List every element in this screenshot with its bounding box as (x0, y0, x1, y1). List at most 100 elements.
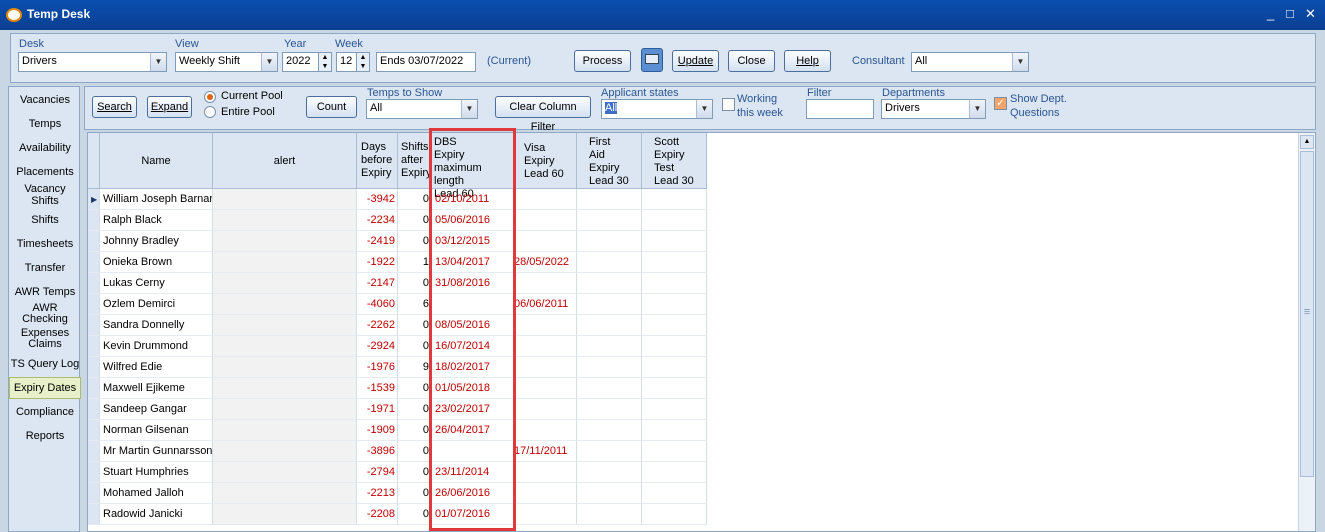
cell-dbs-expiry[interactable]: 23/02/2017 (432, 399, 514, 420)
sidebar-item-availability[interactable]: Availability (9, 142, 81, 154)
departments-select[interactable]: Drivers ▼ (881, 99, 986, 119)
cell-dbs-expiry[interactable]: 08/05/2016 (432, 315, 514, 336)
cell-days-before-expiry[interactable]: -1922 (357, 252, 398, 273)
show-dept-questions-checkbox[interactable]: ✓ (994, 97, 1007, 110)
sidebar-item-placements[interactable]: Placements (9, 166, 81, 178)
cell-name[interactable]: Maxwell Ejikeme (100, 378, 213, 399)
cell-shifts-after-expiry[interactable]: 0 (398, 441, 432, 462)
cell-days-before-expiry[interactable]: -2147 (357, 273, 398, 294)
working-this-week-checkbox[interactable] (722, 98, 735, 111)
cell-name[interactable]: Sandeep Gangar (100, 399, 213, 420)
cell-alert[interactable] (213, 315, 357, 336)
cell-first-aid-expiry[interactable] (577, 399, 642, 420)
cell-shifts-after-expiry[interactable]: 1 (398, 252, 432, 273)
row-selector[interactable] (88, 399, 100, 420)
cell-name[interactable]: Ralph Black (100, 210, 213, 231)
cell-shifts-after-expiry[interactable]: 9 (398, 357, 432, 378)
cell-alert[interactable] (213, 357, 357, 378)
cell-scott-expiry[interactable] (642, 357, 707, 378)
cell-scott-expiry[interactable] (642, 273, 707, 294)
cell-visa-expiry[interactable] (514, 231, 577, 252)
row-selector[interactable] (88, 420, 100, 441)
help-button[interactable]: Help (784, 50, 831, 72)
cell-alert[interactable] (213, 378, 357, 399)
scroll-up-icon[interactable]: ▲ (1300, 135, 1314, 149)
cell-days-before-expiry[interactable]: -1909 (357, 420, 398, 441)
cell-shifts-after-expiry[interactable]: 0 (398, 399, 432, 420)
cell-first-aid-expiry[interactable] (577, 273, 642, 294)
cell-first-aid-expiry[interactable] (577, 357, 642, 378)
sidebar-item-temps[interactable]: Temps (9, 118, 81, 130)
sidebar-item-compliance[interactable]: Compliance (9, 406, 81, 418)
cell-scott-expiry[interactable] (642, 210, 707, 231)
cell-days-before-expiry[interactable]: -4060 (357, 294, 398, 315)
sidebar-item-shifts[interactable]: Shifts (9, 214, 81, 226)
cell-shifts-after-expiry[interactable]: 0 (398, 378, 432, 399)
cell-shifts-after-expiry[interactable]: 0 (398, 231, 432, 252)
scroll-thumb[interactable]: ≡ (1300, 151, 1314, 477)
cell-scott-expiry[interactable] (642, 399, 707, 420)
cell-first-aid-expiry[interactable] (577, 504, 642, 525)
cell-scott-expiry[interactable] (642, 189, 707, 210)
cell-shifts-after-expiry[interactable]: 6 (398, 294, 432, 315)
temps-to-show-select[interactable]: All ▼ (366, 99, 478, 119)
cell-dbs-expiry[interactable]: 18/02/2017 (432, 357, 514, 378)
cell-name[interactable]: William Joseph Barnard (100, 189, 213, 210)
maximize-button[interactable]: □ (1286, 6, 1294, 21)
cell-first-aid-expiry[interactable] (577, 336, 642, 357)
search-button[interactable]: Search (92, 96, 137, 118)
cell-days-before-expiry[interactable]: -3896 (357, 441, 398, 462)
cell-alert[interactable] (213, 399, 357, 420)
cell-visa-expiry[interactable] (514, 378, 577, 399)
row-selector[interactable] (88, 378, 100, 399)
cell-days-before-expiry[interactable]: -2262 (357, 315, 398, 336)
cell-first-aid-expiry[interactable] (577, 441, 642, 462)
cell-alert[interactable] (213, 504, 357, 525)
week-spinner[interactable]: 12 ▲ ▼ (336, 52, 370, 72)
cell-first-aid-expiry[interactable] (577, 231, 642, 252)
cell-first-aid-expiry[interactable] (577, 189, 642, 210)
sidebar-item-expenses-claims[interactable]: Expenses Claims (19, 328, 71, 350)
vertical-scrollbar[interactable]: ▲ ≡ (1298, 133, 1315, 531)
cell-scott-expiry[interactable] (642, 378, 707, 399)
cell-visa-expiry[interactable] (514, 462, 577, 483)
cell-shifts-after-expiry[interactable]: 0 (398, 336, 432, 357)
cell-scott-expiry[interactable] (642, 294, 707, 315)
cell-alert[interactable] (213, 273, 357, 294)
process-button[interactable]: Process (574, 50, 631, 72)
column-header-first-aid-expiry[interactable]: First Aid Expiry Lead 30 (577, 133, 642, 189)
cell-name[interactable]: Kevin Drummond (100, 336, 213, 357)
cell-name[interactable]: Mohamed Jalloh (100, 483, 213, 504)
view-select[interactable]: Weekly Shift ▼ (175, 52, 278, 72)
cell-shifts-after-expiry[interactable]: 0 (398, 504, 432, 525)
cell-days-before-expiry[interactable]: -2208 (357, 504, 398, 525)
applicant-states-select[interactable]: All ▼ (601, 99, 713, 119)
row-selector[interactable]: ▶ (88, 189, 100, 210)
spinner-arrows-icon[interactable]: ▲ ▼ (356, 53, 369, 71)
cell-first-aid-expiry[interactable] (577, 462, 642, 483)
cell-alert[interactable] (213, 189, 357, 210)
cell-dbs-expiry[interactable]: 01/05/2018 (432, 378, 514, 399)
count-button[interactable]: Count (306, 96, 357, 118)
cell-scott-expiry[interactable] (642, 504, 707, 525)
sidebar-item-vacancies[interactable]: Vacancies (9, 94, 81, 106)
cell-name[interactable]: Johnny Bradley (100, 231, 213, 252)
minimize-button[interactable]: _ (1267, 6, 1274, 21)
cell-name[interactable]: Norman Gilsenan (100, 420, 213, 441)
cell-visa-expiry[interactable]: 06/06/2011 (514, 294, 577, 315)
cell-days-before-expiry[interactable]: -2213 (357, 483, 398, 504)
cell-alert[interactable] (213, 483, 357, 504)
cell-dbs-expiry[interactable]: 05/06/2016 (432, 210, 514, 231)
row-selector[interactable] (88, 315, 100, 336)
cell-visa-expiry[interactable] (514, 483, 577, 504)
cell-first-aid-expiry[interactable] (577, 294, 642, 315)
cell-scott-expiry[interactable] (642, 483, 707, 504)
cell-dbs-expiry[interactable]: 03/12/2015 (432, 231, 514, 252)
update-button[interactable]: Update (672, 50, 719, 72)
row-selector[interactable] (88, 504, 100, 525)
row-selector[interactable] (88, 273, 100, 294)
printer-icon[interactable] (641, 48, 663, 72)
cell-days-before-expiry[interactable]: -2419 (357, 231, 398, 252)
cell-scott-expiry[interactable] (642, 336, 707, 357)
cell-scott-expiry[interactable] (642, 315, 707, 336)
